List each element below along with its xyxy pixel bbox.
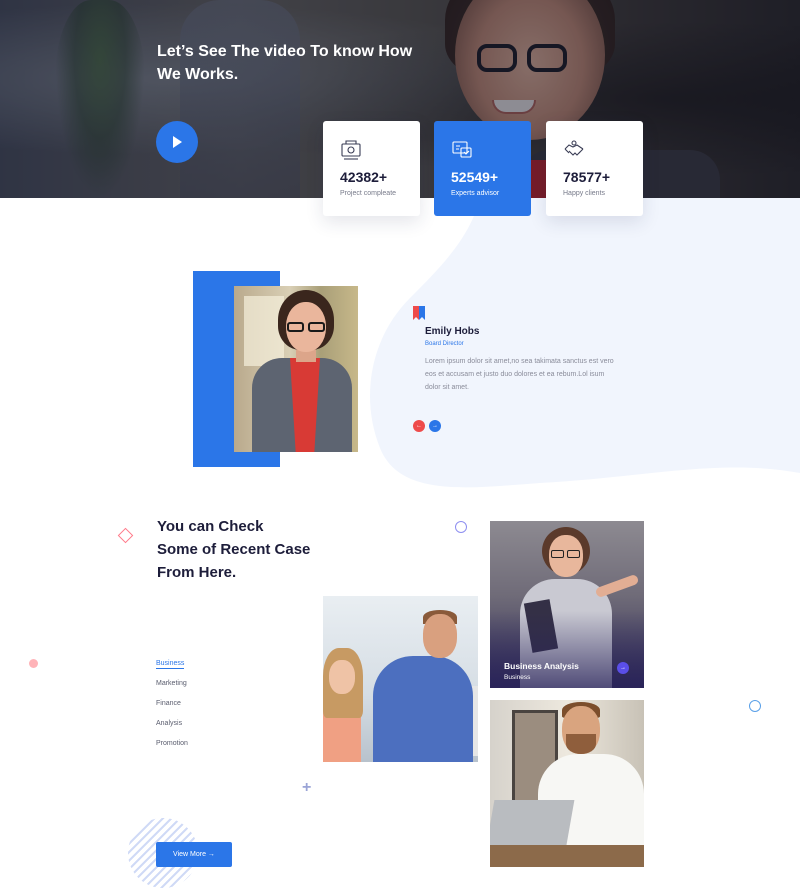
project-icon [341,140,361,160]
category-analysis[interactable]: Analysis [156,717,188,737]
cases-title-line-2: Some of Recent Case [157,541,311,558]
stat-value: 52549+ [451,169,499,185]
stat-label: Project compleate [340,190,397,197]
arrow-left-icon: ← [416,423,422,429]
circle-decoration [749,700,761,712]
hero-title: Let’s See The video To know How We Works… [157,40,427,86]
stat-label: Experts advisor [451,190,500,197]
team-member-name: Emily Hobs [425,326,480,337]
stat-card-clients: 78577+ Happy clients [546,121,643,216]
team-member-photo [234,286,358,452]
category-list: Business Marketing Finance Analysis Prom… [156,657,188,757]
view-more-button[interactable]: View More → [156,842,232,867]
cases-title-line-3: From Here. [157,564,237,581]
dot-decoration [29,659,38,668]
stat-value: 42382+ [340,169,388,185]
hero-title-line-2: We Works. [157,66,239,83]
team-member-role: Board Director [425,341,464,347]
team-member-bio: Lorem ipsum dolor sit amet,no sea takima… [425,358,614,391]
cases-title-line-1: You can Check [157,518,264,535]
case-card-business-analysis[interactable]: Business Analysis Business → [490,521,644,688]
category-label: Business [156,660,185,669]
category-finance[interactable]: Finance [156,697,188,717]
category-promotion[interactable]: Promotion [156,737,188,757]
stat-card-advisors: 52549+ Experts advisor [434,121,531,216]
stat-label: Happy clients [563,190,606,197]
next-arrow-button[interactable]: → [429,420,441,432]
circle-decoration [455,521,467,533]
cases-title: You can Check Some of Recent Case From H… [157,515,357,584]
category-label: Finance [156,700,181,707]
quote-icon [413,306,425,320]
category-label: Marketing [156,680,187,687]
handshake-icon [564,140,584,156]
case-card-category: Business [504,674,531,681]
stat-card-projects: 42382+ Project compleate [323,121,420,216]
case-image-phone-call[interactable] [490,700,644,867]
case-card-title: Business Analysis [504,661,579,671]
arrow-right-icon: → [432,423,438,429]
case-card-arrow-button[interactable]: → [617,662,629,674]
background-blob [370,198,800,488]
prev-arrow-button[interactable]: ← [413,420,425,432]
category-label: Analysis [156,720,183,727]
case-image-office-team[interactable] [323,596,478,762]
advisor-icon [452,141,472,158]
arrow-right-icon: → [620,665,626,671]
category-business[interactable]: Business [156,657,188,677]
plus-decoration: + [302,779,312,796]
play-icon [173,136,182,148]
hero-title-line-1: Let’s See The video To know How [157,43,413,60]
stat-value: 78577+ [563,169,611,185]
category-label: Promotion [156,740,188,747]
category-marketing[interactable]: Marketing [156,677,188,697]
play-video-button[interactable] [156,121,198,163]
